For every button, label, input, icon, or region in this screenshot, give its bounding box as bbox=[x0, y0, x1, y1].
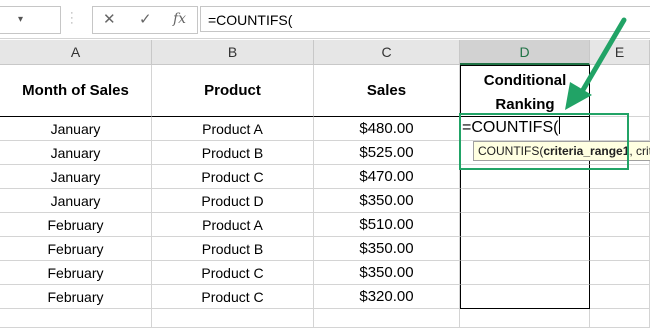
annotation-arrow-icon bbox=[565, 17, 627, 110]
